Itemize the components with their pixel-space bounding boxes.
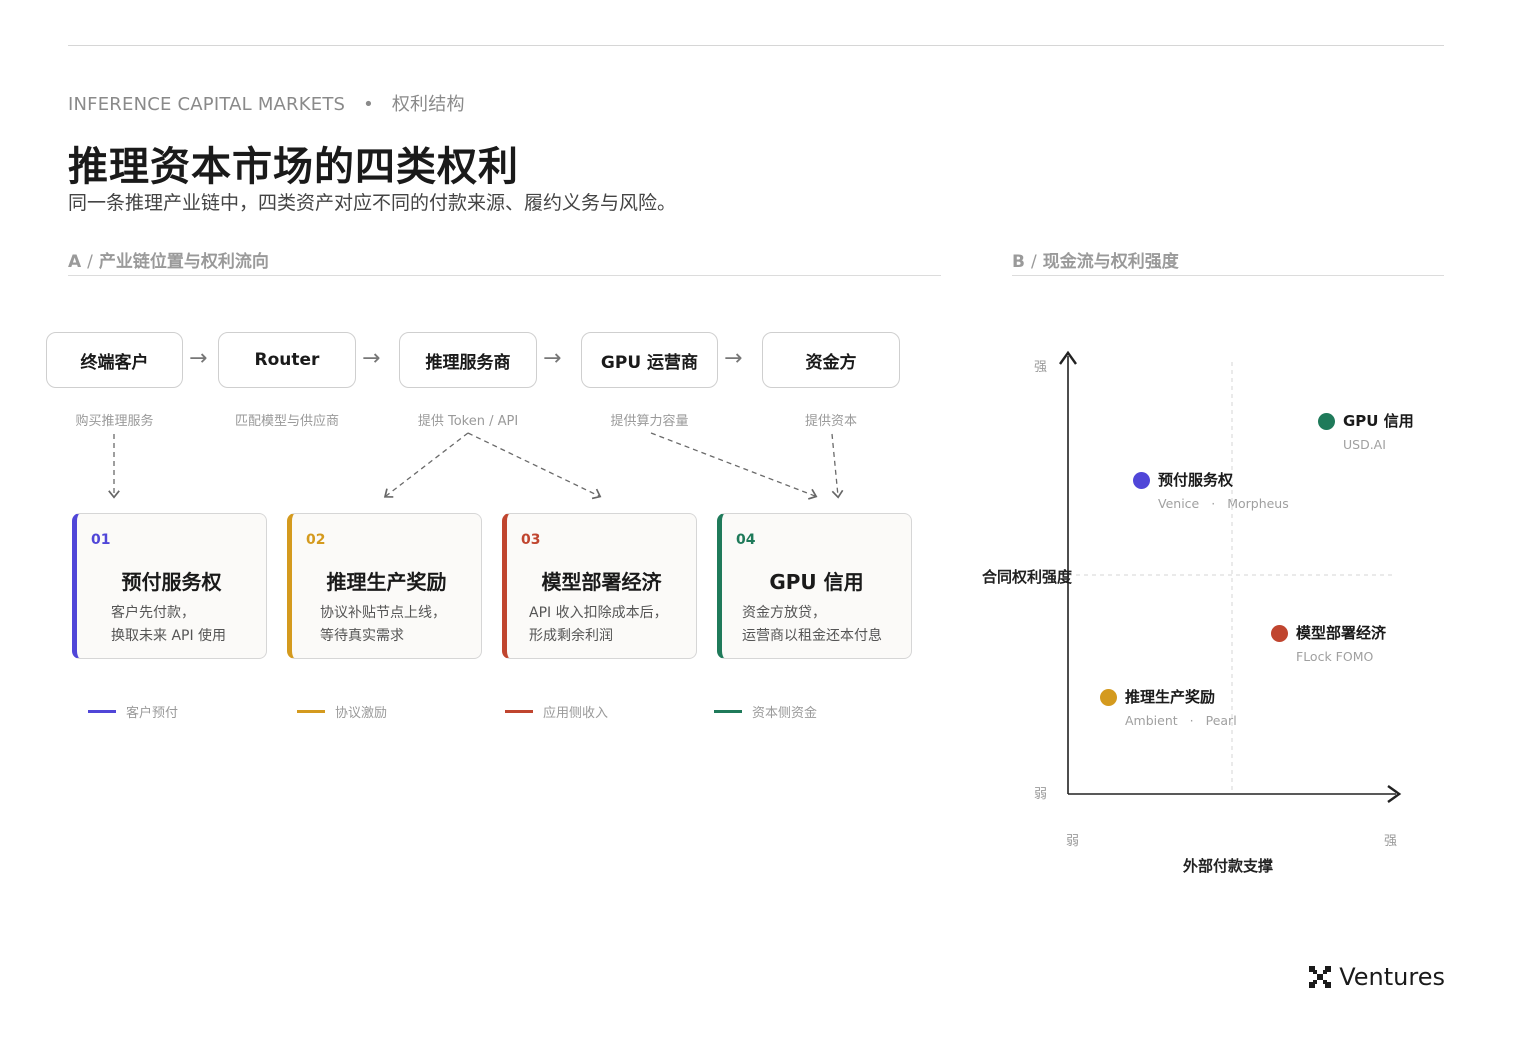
point-title: 模型部署经济	[1296, 624, 1387, 642]
brand-name: Ventures	[1339, 963, 1445, 991]
y-axis-low-label: 弱	[1034, 787, 1048, 802]
point-subtitle: Venice · Morpheus	[1158, 496, 1289, 511]
point-sub-item: Pearl	[1205, 713, 1237, 728]
point-sub-separator: ·	[1189, 713, 1194, 728]
x-axis-low-label: 弱	[1066, 834, 1080, 849]
quadrant-axes	[1059, 350, 1402, 803]
point-gpu-credit: GPU 信用 USD.AI	[1318, 410, 1414, 452]
x-axis-title: 外部付款支撑	[1183, 857, 1274, 875]
point-dot	[1133, 472, 1150, 489]
point-sub-separator: ·	[1211, 496, 1216, 511]
brand-footer: Ventures	[1309, 963, 1445, 991]
point-subtitle: Ambient · Pearl	[1125, 713, 1237, 728]
y-axis-title: 合同权利强度	[982, 568, 1073, 586]
point-title: 预付服务权	[1158, 471, 1234, 489]
point-model-deployment-economics: 模型部署经济 FLock FOMO	[1271, 622, 1386, 664]
point-title: 推理生产奖励	[1125, 688, 1216, 706]
point-inference-production-rewards: 推理生产奖励 Ambient · Pearl	[1100, 686, 1237, 728]
point-subtitle: FLock FOMO	[1296, 649, 1374, 664]
x-grid-logo-icon	[1309, 966, 1332, 988]
point-prepaid-service-rights: 预付服务权 Venice · Morpheus	[1133, 469, 1289, 511]
point-title: GPU 信用	[1343, 412, 1414, 430]
point-subtitle: USD.AI	[1343, 437, 1386, 452]
point-sub-item: Venice	[1158, 496, 1200, 511]
point-sub-item: Morpheus	[1227, 496, 1289, 511]
point-dot	[1100, 689, 1117, 706]
point-dot	[1318, 413, 1335, 430]
point-sub-item: Ambient	[1125, 713, 1178, 728]
x-axis-high-label: 强	[1384, 834, 1398, 849]
point-dot	[1271, 625, 1288, 642]
y-axis-high-label: 强	[1034, 360, 1048, 375]
